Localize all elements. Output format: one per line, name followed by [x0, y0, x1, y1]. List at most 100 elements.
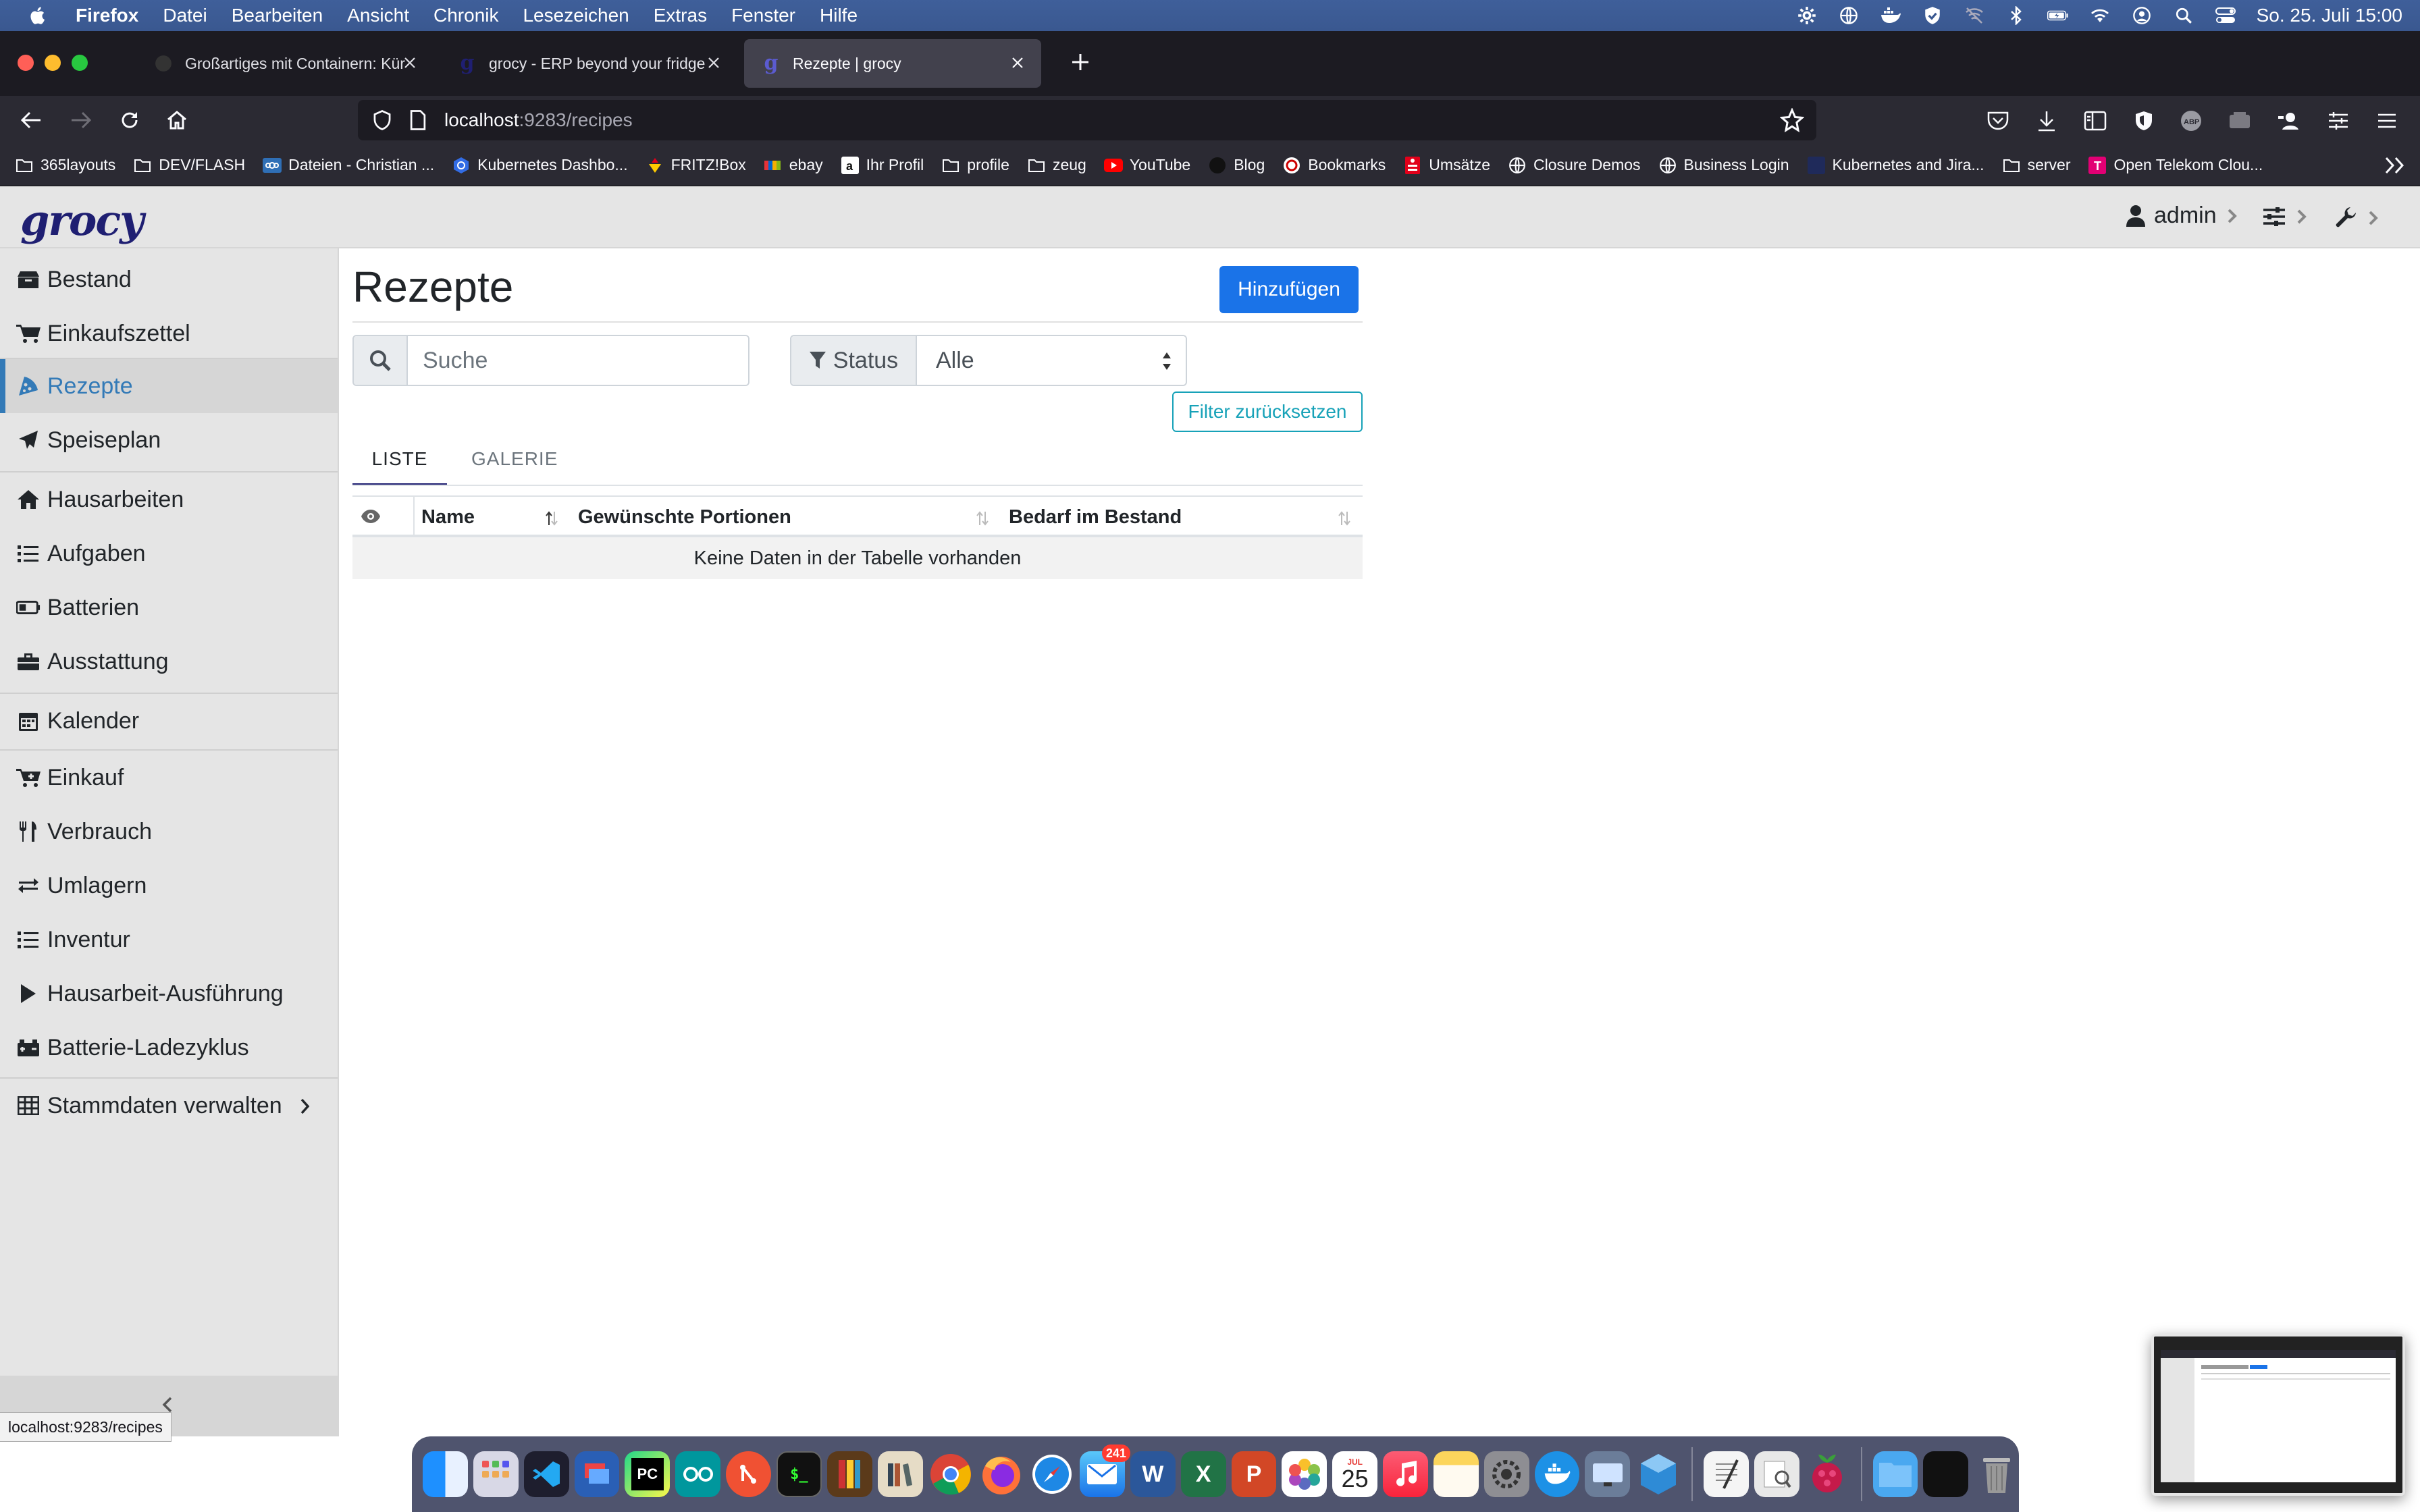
- pycharm-icon[interactable]: PC: [625, 1451, 670, 1497]
- music-icon[interactable]: [1383, 1451, 1428, 1497]
- window-minimize-button[interactable]: [45, 55, 61, 71]
- back-button[interactable]: [16, 105, 46, 135]
- tab-containers[interactable]: Großartiges mit Containern: Kür: [136, 39, 433, 88]
- bookmark-umsaetze[interactable]: Umsätze: [1403, 156, 1490, 174]
- system-preferences-icon[interactable]: [1483, 1451, 1529, 1497]
- tab-galerie[interactable]: GALERIE: [471, 448, 558, 486]
- calendar-app-icon[interactable]: JUL 25: [1332, 1451, 1378, 1497]
- window-close-button[interactable]: [18, 55, 34, 71]
- sidebar-item-stammdaten-verwalten[interactable]: Stammdaten verwalten: [0, 1079, 338, 1133]
- wifi-icon[interactable]: [2089, 7, 2111, 24]
- terminal-window-icon[interactable]: [1923, 1451, 1969, 1497]
- textedit-icon[interactable]: [1704, 1451, 1749, 1497]
- extension-icon[interactable]: [2227, 108, 2253, 134]
- menu-app-name[interactable]: Firefox: [76, 5, 138, 26]
- privacy-badger-icon[interactable]: [2131, 108, 2157, 134]
- status-select[interactable]: Alle: [917, 336, 1186, 385]
- menu-fenster[interactable]: Fenster: [731, 5, 795, 26]
- apple-icon[interactable]: [28, 5, 49, 26]
- column-header-name[interactable]: Name: [421, 506, 475, 529]
- sidebar-item-umlagern[interactable]: Umlagern: [0, 859, 338, 913]
- library-icon[interactable]: [877, 1451, 923, 1497]
- network-off-icon[interactable]: [1964, 7, 1985, 24]
- bookmark-fritzbox[interactable]: FRITZ!Box: [646, 156, 746, 174]
- user-circle-icon[interactable]: [2131, 7, 2153, 24]
- docker-icon[interactable]: [1880, 7, 1901, 24]
- battery-status-icon[interactable]: [2047, 7, 2069, 24]
- bookmark-star-icon[interactable]: [1780, 108, 1804, 132]
- powerpoint-icon[interactable]: P: [1231, 1451, 1277, 1497]
- page-icon[interactable]: [408, 109, 428, 131]
- word-icon[interactable]: W: [1130, 1451, 1176, 1497]
- sidebar-item-aufgaben[interactable]: Aufgaben: [0, 526, 338, 580]
- bookmark-365layouts[interactable]: 365layouts: [15, 156, 115, 174]
- notes-icon[interactable]: [1433, 1451, 1479, 1497]
- control-center-icon[interactable]: [2215, 7, 2236, 24]
- home-button[interactable]: [162, 105, 192, 135]
- tab-liste[interactable]: LISTE: [352, 448, 447, 486]
- downloads-folder-icon[interactable]: [1872, 1451, 1918, 1497]
- vscode-icon[interactable]: [523, 1451, 569, 1497]
- sidebar-item-verbrauch[interactable]: Verbrauch: [0, 805, 338, 859]
- settings-menu[interactable]: [2262, 207, 2308, 227]
- sidebar-item-hausarbeit-ausfuehrung[interactable]: Hausarbeit-Ausführung: [0, 967, 338, 1021]
- column-header-portions[interactable]: Gewünschte Portionen: [578, 506, 791, 529]
- remote-desktop-icon[interactable]: [574, 1451, 620, 1497]
- bookmark-profile[interactable]: profile: [941, 156, 1009, 174]
- tab-rezepte[interactable]: g Rezepte | grocy: [744, 39, 1041, 88]
- menu-extras[interactable]: Extras: [654, 5, 707, 26]
- tab-grocy-erp[interactable]: g grocy - ERP beyond your fridge: [440, 39, 737, 88]
- sidebar-item-hausarbeiten[interactable]: Hausarbeiten: [0, 473, 338, 526]
- grocy-logo[interactable]: grocy: [20, 196, 144, 245]
- docker-desktop-icon[interactable]: [1534, 1451, 1580, 1497]
- close-icon[interactable]: [702, 51, 725, 74]
- bookmark-kubernetes-jira[interactable]: Kubernetes and Jira...: [1807, 156, 1984, 174]
- bookmark-dateien[interactable]: Dateien - Christian ...: [263, 156, 434, 174]
- bookmark-zeug[interactable]: zeug: [1027, 156, 1086, 174]
- downloads-icon[interactable]: [2034, 108, 2059, 134]
- url-bar[interactable]: localhost:9283/recipes: [358, 100, 1816, 140]
- sort-icon[interactable]: [1338, 510, 1350, 526]
- reset-filter-button[interactable]: Filter zurücksetzen: [1172, 392, 1363, 432]
- trash-icon[interactable]: [1974, 1451, 2019, 1497]
- bookmark-youtube[interactable]: YouTube: [1103, 156, 1190, 174]
- chrome-icon[interactable]: [928, 1451, 974, 1497]
- terminal-icon[interactable]: $_: [776, 1451, 822, 1497]
- menu-ansicht[interactable]: Ansicht: [347, 5, 409, 26]
- sort-asc-icon[interactable]: [546, 510, 558, 526]
- bookmark-ihr-profil[interactable]: a Ihr Profil: [841, 156, 924, 174]
- chevron-double-right-icon[interactable]: [2384, 155, 2406, 176]
- raspberry-pi-icon[interactable]: [1805, 1451, 1850, 1497]
- sidebar-item-einkauf[interactable]: Einkauf: [0, 751, 338, 805]
- bookmark-dev-flash[interactable]: DEV/FLASH: [133, 156, 245, 174]
- menu-hilfe[interactable]: Hilfe: [820, 5, 858, 26]
- sidebar-item-kalender[interactable]: Kalender: [0, 694, 338, 748]
- new-tab-button[interactable]: [1070, 51, 1094, 76]
- sidebar-item-ausstattung[interactable]: Ausstattung: [0, 634, 338, 688]
- reload-button[interactable]: [115, 105, 144, 135]
- bookmark-ebay[interactable]: ebay: [764, 156, 823, 174]
- close-icon[interactable]: [398, 51, 421, 74]
- bookmark-open-telekom[interactable]: T Open Telekom Clou...: [2088, 156, 2263, 174]
- bookmark-business-login[interactable]: Business Login: [1658, 156, 1789, 174]
- bookmark-bookmarks[interactable]: Bookmarks: [1282, 156, 1386, 174]
- column-header-stock[interactable]: Bedarf im Bestand: [1009, 506, 1182, 529]
- eye-icon[interactable]: [361, 509, 381, 524]
- finder-icon[interactable]: [423, 1451, 468, 1497]
- forward-button[interactable]: [66, 105, 96, 135]
- pocket-icon[interactable]: [1985, 108, 2011, 134]
- sidebar-item-batterie-ladezyklus[interactable]: Batterie-Ladezyklus: [0, 1021, 338, 1075]
- gear-icon[interactable]: [1796, 7, 1818, 24]
- menu-chronik[interactable]: Chronik: [433, 5, 498, 26]
- menu-lesezeichen[interactable]: Lesezeichen: [523, 5, 629, 26]
- screen-sharing-icon[interactable]: [1585, 1451, 1631, 1497]
- reader-sidebar-icon[interactable]: [2082, 108, 2108, 134]
- sidebar-item-inventur[interactable]: Inventur: [0, 913, 338, 967]
- sort-icon[interactable]: [976, 510, 989, 526]
- sidebar-item-bestand[interactable]: Bestand: [0, 252, 338, 306]
- bookmark-blog[interactable]: Blog: [1208, 156, 1265, 174]
- calibre-icon[interactable]: [826, 1451, 872, 1497]
- sidebar-item-rezepte[interactable]: Rezepte: [0, 359, 338, 413]
- close-icon[interactable]: [1006, 51, 1029, 74]
- bookmark-kubernetes-dashboard[interactable]: Kubernetes Dashbo...: [452, 156, 628, 174]
